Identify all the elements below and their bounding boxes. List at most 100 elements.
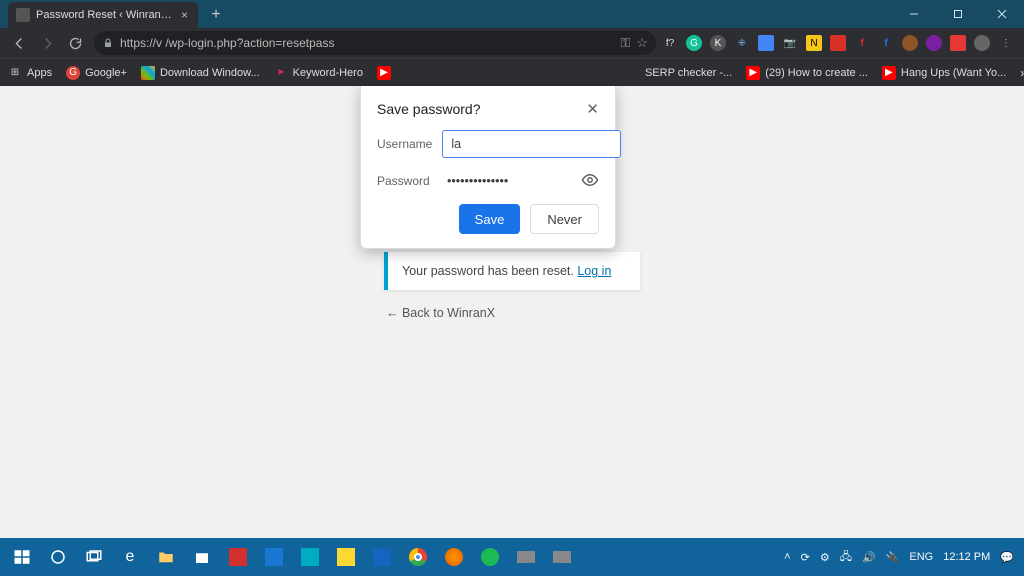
- nav-forward-button[interactable]: [34, 30, 60, 56]
- ext-f2-icon[interactable]: f: [878, 35, 894, 51]
- bm-yt1[interactable]: ▶: [377, 66, 391, 80]
- task-edge[interactable]: e: [112, 538, 148, 576]
- system-tray: ˄ ⟳ ⚙ 🖧 🔊 🔌 ENG 12:12 PM 💬: [784, 548, 1020, 567]
- window-close-button[interactable]: [980, 0, 1024, 28]
- windows-taskbar: e ˄ ⟳ ⚙ 🖧 🔊 🔌 ENG 12:12 PM 💬: [0, 538, 1024, 576]
- ext-circle-icon[interactable]: K: [710, 35, 726, 51]
- chrome-menu-icon[interactable]: ⋮: [998, 35, 1014, 51]
- ext-square-icon[interactable]: [758, 35, 774, 51]
- profile-avatar[interactable]: [974, 35, 990, 51]
- task-store[interactable]: [184, 538, 220, 576]
- browser-toolbar: https://v /wp-login.php?action=resetpass…: [0, 28, 1024, 58]
- bm-hangups[interactable]: ▶ Hang Ups (Want Yo...: [882, 66, 1006, 80]
- bm-keyword[interactable]: ➤ Keyword-Hero: [274, 66, 363, 80]
- tray-up-icon[interactable]: ˄: [784, 551, 790, 563]
- page-content: W Your password has been reset. Log in ←…: [0, 86, 1024, 538]
- tab-close-icon[interactable]: ×: [181, 8, 188, 22]
- reset-text: Your password has been reset.: [402, 264, 577, 278]
- youtube-icon: ▶: [377, 66, 391, 80]
- address-bar[interactable]: https://v /wp-login.php?action=resetpass…: [94, 31, 656, 55]
- ext-snap-icon[interactable]: ⁜: [734, 35, 750, 51]
- bm-download[interactable]: Download Window...: [141, 66, 260, 80]
- bm-label: Keyword-Hero: [293, 67, 363, 79]
- extensions-row: f? G K ⁜ 📷 N f f ⋮: [662, 35, 1018, 51]
- task-spotify[interactable]: [472, 538, 508, 576]
- task-app3[interactable]: [292, 538, 328, 576]
- ext-f-icon[interactable]: f: [854, 35, 870, 51]
- password-value: ••••••••••••••: [447, 168, 571, 194]
- bm-label: Google+: [85, 67, 127, 79]
- bookmarks-bar: ⊞ Apps G Google+ Download Window... ➤ Keywo…: [0, 58, 1024, 86]
- task-app1[interactable]: [220, 538, 256, 576]
- browser-titlebar: Password Reset ‹ WinranX — Wo × +: [0, 0, 1024, 28]
- browser-tab[interactable]: Password Reset ‹ WinranX — Wo ×: [8, 2, 198, 28]
- save-password-popup: Save password? ✕ Username Password •••••…: [360, 86, 616, 249]
- reveal-password-icon[interactable]: [581, 171, 599, 192]
- ext-font-icon[interactable]: f?: [662, 35, 678, 51]
- popup-close-icon[interactable]: ✕: [586, 100, 599, 118]
- task-explorer[interactable]: [148, 538, 184, 576]
- window-maximize-button[interactable]: [936, 0, 980, 28]
- tab-favicon: [16, 8, 30, 22]
- windows-icon: [141, 66, 155, 80]
- password-label: Password: [377, 174, 437, 188]
- apps-button[interactable]: ⊞ Apps: [8, 66, 52, 80]
- cortana-button[interactable]: [40, 538, 76, 576]
- ext-box-icon[interactable]: [830, 35, 846, 51]
- task-app6[interactable]: [508, 538, 544, 576]
- arrow-icon: ➤: [274, 66, 288, 80]
- url-text: https://v /wp-login.php?action=resetpass: [120, 36, 614, 50]
- bm-howto[interactable]: ▶ (29) How to create ...: [746, 66, 868, 80]
- youtube-icon: ▶: [746, 66, 760, 80]
- reset-message: Your password has been reset. Log in: [384, 252, 640, 290]
- tray-sync-icon[interactable]: ⟳: [801, 551, 810, 564]
- bm-serp[interactable]: SERP checker -...: [645, 67, 732, 79]
- bm-label: (29) How to create ...: [765, 67, 868, 79]
- task-app4[interactable]: [328, 538, 364, 576]
- login-link[interactable]: Log in: [577, 264, 611, 278]
- task-chrome[interactable]: [400, 538, 436, 576]
- apps-icon: ⊞: [8, 66, 22, 80]
- username-field[interactable]: [442, 130, 621, 158]
- bm-label: Apps: [27, 67, 52, 79]
- key-icon[interactable]: ⚿: [620, 35, 630, 51]
- username-label: Username: [377, 137, 432, 151]
- tray-volume-icon[interactable]: 🔊: [862, 551, 876, 564]
- tray-net-icon[interactable]: 🖧: [840, 548, 852, 567]
- popup-title: Save password?: [377, 101, 481, 117]
- bookmark-star-icon[interactable]: ☆: [636, 35, 648, 51]
- never-button[interactable]: Never: [530, 204, 599, 234]
- tray-lang[interactable]: ENG: [909, 551, 933, 563]
- bm-label: Hang Ups (Want Yo...: [901, 67, 1006, 79]
- ext-red-icon[interactable]: [950, 35, 966, 51]
- bm-label: Download Window...: [160, 67, 260, 79]
- task-app7[interactable]: [544, 538, 580, 576]
- ext-cookie-icon[interactable]: [902, 35, 918, 51]
- nav-back-button[interactable]: [6, 30, 32, 56]
- window-controls: [892, 0, 1024, 28]
- new-tab-button[interactable]: +: [204, 3, 228, 27]
- bm-label: SERP checker -...: [645, 67, 732, 79]
- taskview-button[interactable]: [76, 538, 112, 576]
- bookmarks-overflow[interactable]: »: [1020, 66, 1024, 80]
- ext-download-icon[interactable]: [926, 35, 942, 51]
- bm-google[interactable]: G Google+: [66, 66, 127, 80]
- task-app2[interactable]: [256, 538, 292, 576]
- nav-reload-button[interactable]: [62, 30, 88, 56]
- task-app5[interactable]: [364, 538, 400, 576]
- window-minimize-button[interactable]: [892, 0, 936, 28]
- tray-power-icon[interactable]: 🔌: [886, 551, 900, 564]
- gplus-icon: G: [66, 66, 80, 80]
- tray-wifi-icon[interactable]: ⚙: [820, 551, 830, 564]
- save-button[interactable]: Save: [459, 204, 521, 234]
- tray-clock[interactable]: 12:12 PM: [943, 552, 990, 563]
- task-firefox[interactable]: [436, 538, 472, 576]
- back-link[interactable]: ← Back to WinranX: [384, 306, 640, 320]
- ext-grammarly-icon[interactable]: G: [686, 35, 702, 51]
- ext-camera-icon[interactable]: 📷: [782, 35, 798, 51]
- start-button[interactable]: [4, 538, 40, 576]
- ext-n-icon[interactable]: N: [806, 35, 822, 51]
- youtube-icon: ▶: [882, 66, 896, 80]
- lock-icon: [102, 37, 114, 49]
- tray-notifications-icon[interactable]: 💬: [1000, 551, 1014, 564]
